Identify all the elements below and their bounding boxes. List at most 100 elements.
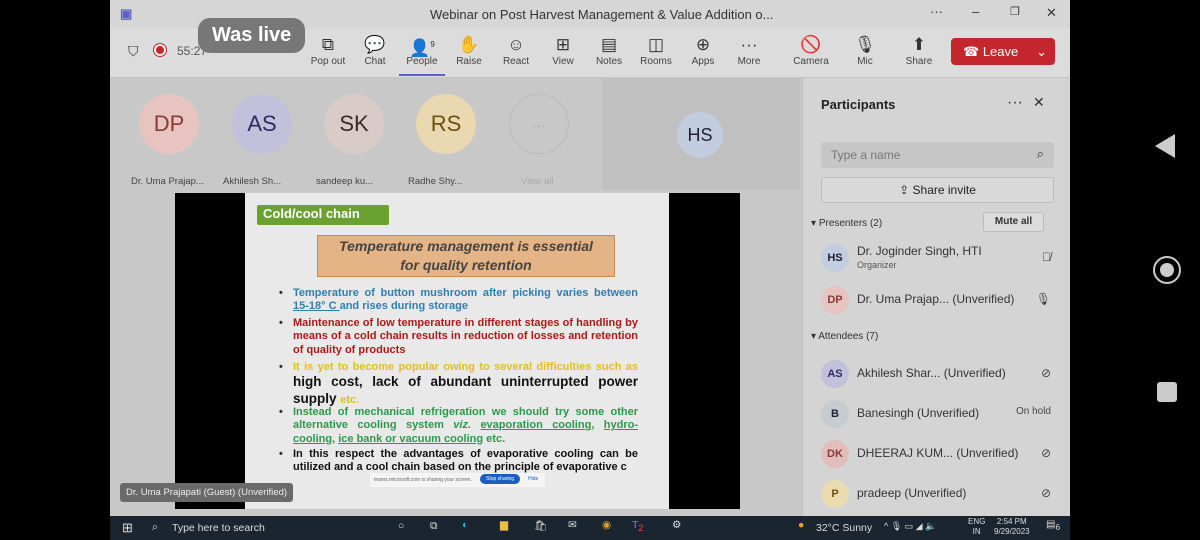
pop-out-icon: ⧉ <box>321 35 335 54</box>
view-button[interactable]: ⊞ View <box>540 34 586 67</box>
notifications-icon[interactable]: ▤6 <box>1046 519 1060 532</box>
mic-off-icon: 🎙̸ <box>1042 250 1051 264</box>
participant-name: Akhilesh Shar... (Unverified) <box>857 366 1006 380</box>
featured-tile[interactable]: HS <box>602 78 800 190</box>
chat-button[interactable]: 💬 Chat <box>352 34 398 67</box>
minimize-button[interactable]: – <box>972 4 979 19</box>
bullet: Temperature of button mushroom after pic… <box>279 287 638 314</box>
tile-name: sandeep ku... <box>316 176 374 187</box>
avatar: AS <box>232 94 292 154</box>
avatar: DP <box>821 286 849 314</box>
home-button[interactable] <box>1153 256 1181 284</box>
edge-icon[interactable]: ◐ <box>462 519 468 531</box>
hide-button[interactable]: Hide <box>528 476 538 482</box>
grid-icon: ⊞ <box>555 35 571 54</box>
notes-button[interactable]: ▤ Notes <box>586 34 632 67</box>
more-icon: ··· <box>509 94 569 154</box>
hand-icon: ✋ <box>458 35 480 54</box>
mic-blocked-icon: ⊘ <box>1040 366 1051 380</box>
mic-button[interactable]: 🎙 Mic <box>842 34 888 67</box>
participant-name: Dr. Uma Prajap... (Unverified) <box>857 292 1015 306</box>
participant-row[interactable]: HS Dr. Joginder Singh, HTI Organizer 🎙̸ <box>813 242 1063 276</box>
close-panel-button[interactable]: ✕ <box>1033 94 1045 111</box>
cortana-icon[interactable]: ○ <box>398 520 404 532</box>
teams-window: ▣ Webinar on Post Harvest Management & V… <box>110 0 1070 516</box>
back-button[interactable] <box>1155 134 1175 158</box>
chrome-icon[interactable]: ◉ <box>602 519 611 531</box>
weather-text[interactable]: 32°C Sunny <box>816 522 872 534</box>
search-input[interactable]: Type a name ⌕ <box>821 142 1054 168</box>
label: Camera <box>793 56 829 67</box>
avatar: B <box>821 400 849 428</box>
rooms-icon: ◫ <box>647 35 665 54</box>
attendees-section-toggle[interactable]: ▾ Attendees (7) <box>811 331 878 342</box>
share-icon: ⇪ <box>899 183 910 197</box>
participant-row[interactable]: AS Akhilesh Shar... (Unverified) ⊘ <box>813 358 1063 392</box>
apps-button[interactable]: ⊕ Apps <box>680 34 726 67</box>
bullet: Maintenance of low temperature in differ… <box>279 317 638 357</box>
more-options-icon[interactable]: ··· <box>1007 94 1023 112</box>
teams-logo-icon: ▣ <box>120 6 133 21</box>
camera-button[interactable]: 🚫 Camera <box>788 34 834 67</box>
close-window-button[interactable]: ✕ <box>1046 5 1057 21</box>
language-indicator[interactable]: ENG IN <box>968 517 985 537</box>
mic-blocked-icon: ⊘ <box>1040 486 1051 500</box>
participant-name: Banesingh (Unverified) <box>857 406 980 420</box>
windows-start-icon[interactable]: ⊞ <box>122 520 133 536</box>
bullet: In this respect the advantages of evapor… <box>279 448 638 475</box>
share-button[interactable]: ⬆ Share <box>896 34 942 67</box>
settings-icon[interactable]: ⚙ <box>672 519 681 531</box>
search-icon: ⌕ <box>152 521 158 533</box>
label: View <box>552 56 574 67</box>
avatar: HS <box>821 244 849 272</box>
label: Mic <box>857 56 873 67</box>
taskbar-search[interactable]: Type here to search <box>172 522 265 534</box>
restore-button[interactable]: ❐ <box>1010 5 1020 18</box>
meeting-stage: DP Dr. Uma Prajap... AS Akhilesh Sh... SK s… <box>110 78 802 516</box>
panel-title: Participants <box>821 97 896 112</box>
label: View all <box>521 176 554 187</box>
react-button[interactable]: ☺ React <box>493 34 539 67</box>
avatar: RS <box>416 94 476 154</box>
label: Raise <box>456 56 482 67</box>
task-view-icon[interactable]: ⧉ <box>430 520 438 533</box>
store-icon[interactable]: 🛍 <box>534 519 547 532</box>
presenters-section-toggle[interactable]: ▾ Presenters (2) <box>811 218 882 229</box>
mute-all-button[interactable]: Mute all <box>983 212 1044 232</box>
leave-button[interactable]: ☎ Leave ⌄ <box>951 38 1055 65</box>
system-tray-icons[interactable]: ^ 🎙 ▭ ◢ 🔈 <box>884 521 936 532</box>
participant-name: Dr. Joginder Singh, HTI <box>857 244 982 258</box>
avatar: HS <box>677 112 723 158</box>
mail-icon[interactable]: ✉ <box>568 519 577 531</box>
stop-sharing-button[interactable]: Stop sharing <box>480 474 521 484</box>
recents-button[interactable] <box>1157 382 1177 402</box>
people-button[interactable]: 👤9 People <box>399 34 445 76</box>
participant-row[interactable]: DK DHEERAJ KUM... (Unverified) ⊘ <box>813 438 1063 472</box>
participant-row[interactable]: B Banesingh (Unverified) On hold <box>813 398 1063 432</box>
more-button[interactable]: ··· More <box>726 34 772 67</box>
participant-row[interactable]: Ppradeep (Unverified) ⊘ <box>813 478 1063 512</box>
participant-name: pradeep (Unverified) <box>857 486 967 500</box>
tile-name: Radhe Shy... <box>408 176 463 187</box>
file-explorer-icon[interactable]: ▆ <box>500 519 508 531</box>
rooms-button[interactable]: ◫ Rooms <box>633 34 679 67</box>
more-options-icon[interactable]: ··· <box>930 4 943 19</box>
chevron-down-icon[interactable]: ⌄ <box>1036 38 1047 65</box>
label: Share <box>905 56 933 67</box>
avatar: P <box>821 480 849 508</box>
meeting-toolbar: ⛉ 55:27 Was live ⧉ Pop out 💬 Chat 👤9 People… <box>110 18 1070 78</box>
hang-up-icon: ☎ <box>963 44 980 59</box>
share-invite-button[interactable]: ⇪ Share invite <box>821 177 1054 203</box>
participant-row[interactable]: DP Dr. Uma Prajap... (Unverified) 🎙 <box>813 284 1063 318</box>
pop-out-button[interactable]: ⧉ Pop out <box>305 34 351 67</box>
status-text: On hold <box>1015 406 1051 417</box>
slide-heading: Cold/cool chain <box>257 205 389 225</box>
label: Share invite <box>912 183 976 197</box>
mic-off-icon: 🎙 <box>854 35 876 54</box>
mic-blocked-icon: ⊘ <box>1040 446 1051 460</box>
avatar: SK <box>324 94 384 154</box>
raise-button[interactable]: ✋ Raise <box>446 34 492 67</box>
participants-panel: Participants ··· ✕ Type a name ⌕ ⇪ Share … <box>802 78 1070 516</box>
clock[interactable]: 2:54 PM 9/29/2023 <box>994 517 1030 537</box>
teams-icon[interactable]: T2 <box>632 519 643 533</box>
